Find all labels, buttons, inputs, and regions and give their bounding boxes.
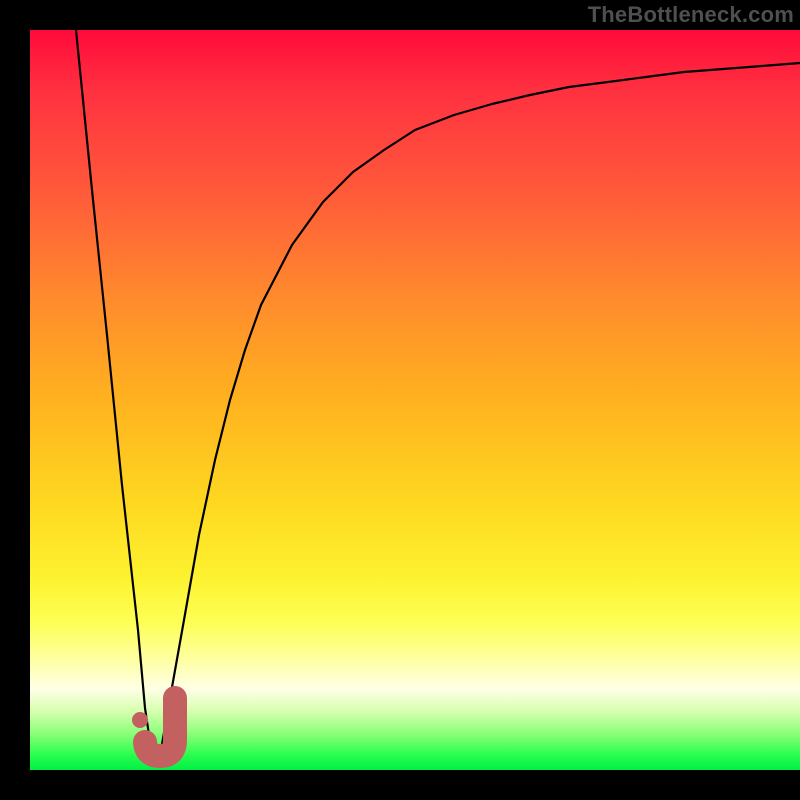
- plot-svg: [30, 30, 800, 770]
- chart-frame: TheBottleneck.com: [0, 0, 800, 800]
- bottom-black-border: [30, 770, 800, 800]
- marker-j-icon: [145, 698, 175, 756]
- bottleneck-curve: [76, 30, 800, 755]
- plot-area: [30, 30, 800, 770]
- watermark-text: TheBottleneck.com: [588, 2, 794, 28]
- left-black-border: [0, 0, 30, 800]
- marker-dot: [132, 712, 148, 728]
